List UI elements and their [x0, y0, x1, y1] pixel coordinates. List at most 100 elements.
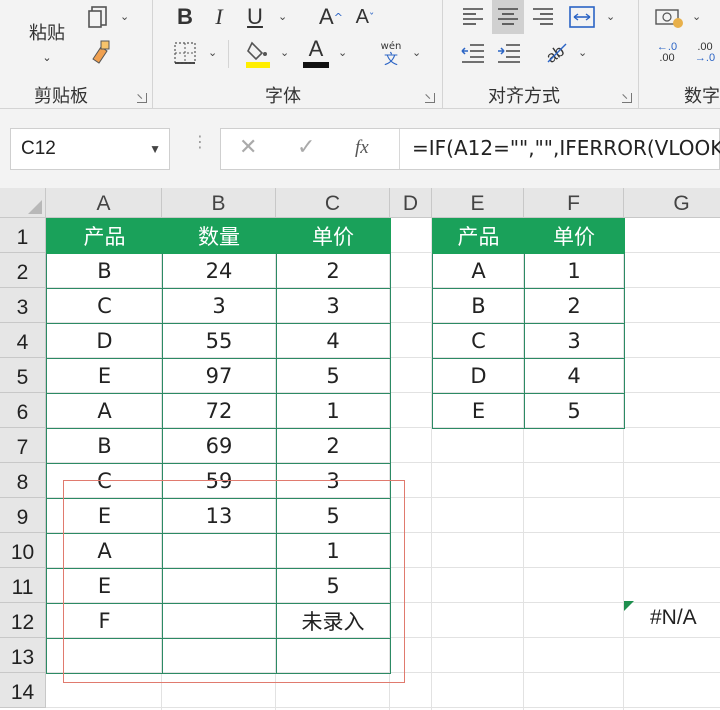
- table-header-cell[interactable]: 单价: [276, 218, 391, 254]
- table-cell[interactable]: 3: [276, 463, 391, 499]
- table-cell[interactable]: 72: [162, 393, 277, 429]
- lookup-cell[interactable]: D: [432, 358, 525, 394]
- merge-center-button[interactable]: [566, 2, 598, 32]
- row-header-12[interactable]: 12: [0, 603, 46, 638]
- column-header-b[interactable]: B: [162, 188, 276, 218]
- table-header-cell[interactable]: 数量: [162, 218, 277, 254]
- table-cell[interactable]: C: [46, 288, 163, 324]
- column-header-e[interactable]: E: [432, 188, 524, 218]
- lookup-header-cell[interactable]: 产品: [432, 218, 525, 254]
- chevron-down-icon[interactable]: ▼: [149, 129, 161, 169]
- column-header-d[interactable]: D: [390, 188, 432, 218]
- insert-function-icon[interactable]: fx: [355, 137, 369, 159]
- lookup-cell[interactable]: 5: [524, 393, 625, 429]
- table-cell[interactable]: 59: [162, 463, 277, 499]
- format-painter-button[interactable]: [86, 38, 114, 66]
- chevron-down-icon[interactable]: ⌄: [208, 46, 217, 59]
- chevron-down-icon[interactable]: ⌄: [120, 10, 129, 23]
- table-cell[interactable]: F: [46, 603, 163, 639]
- lookup-cell[interactable]: E: [432, 393, 525, 429]
- row-header-9[interactable]: 9: [0, 498, 46, 533]
- increase-font-button[interactable]: A ^: [318, 2, 344, 32]
- row-header-11[interactable]: 11: [0, 568, 46, 603]
- borders-button[interactable]: [170, 38, 200, 68]
- table-cell[interactable]: [162, 638, 277, 674]
- table-cell[interactable]: 1: [276, 393, 391, 429]
- chevron-down-icon[interactable]: ⌄: [606, 10, 615, 23]
- phonetic-guide-button[interactable]: wén 文: [374, 38, 408, 70]
- font-launcher-icon[interactable]: [425, 93, 435, 103]
- lookup-cell[interactable]: 4: [524, 358, 625, 394]
- table-cell[interactable]: 5: [276, 498, 391, 534]
- font-color-button[interactable]: A: [300, 36, 332, 70]
- table-cell[interactable]: [162, 603, 277, 639]
- table-cell[interactable]: [162, 568, 277, 604]
- paste-button[interactable]: 粘贴 ⌄: [20, 4, 74, 64]
- decrease-indent-button[interactable]: [458, 38, 488, 68]
- table-cell[interactable]: 69: [162, 428, 277, 464]
- orientation-button[interactable]: ab: [540, 36, 572, 68]
- table-cell[interactable]: 24: [162, 253, 277, 289]
- clipboard-launcher-icon[interactable]: [137, 93, 147, 103]
- name-box[interactable]: C12 ▼: [10, 128, 170, 170]
- table-cell[interactable]: E: [46, 498, 163, 534]
- table-cell[interactable]: 1: [276, 533, 391, 569]
- increase-decimal-button[interactable]: ←.0 .00: [650, 38, 684, 68]
- chevron-down-icon[interactable]: ⌄: [338, 46, 347, 59]
- lookup-cell[interactable]: C: [432, 323, 525, 359]
- table-cell[interactable]: 未录入: [276, 603, 391, 639]
- row-header-8[interactable]: 8: [0, 463, 46, 498]
- column-header-a[interactable]: A: [46, 188, 162, 218]
- table-cell[interactable]: 2: [276, 253, 391, 289]
- lookup-cell[interactable]: 3: [524, 323, 625, 359]
- lookup-cell[interactable]: 2: [524, 288, 625, 324]
- table-cell[interactable]: 13: [162, 498, 277, 534]
- table-cell[interactable]: [276, 638, 391, 674]
- table-cell[interactable]: 55: [162, 323, 277, 359]
- bold-button[interactable]: B: [170, 2, 200, 32]
- column-header-c[interactable]: C: [276, 188, 390, 218]
- row-header-10[interactable]: 10: [0, 533, 46, 568]
- row-header-1[interactable]: 1: [0, 218, 46, 253]
- number-format-button[interactable]: [652, 2, 686, 32]
- align-center-button[interactable]: [492, 0, 524, 34]
- row-header-13[interactable]: 13: [0, 638, 46, 673]
- decrease-decimal-button[interactable]: .00 →.0: [690, 38, 720, 68]
- table-cell[interactable]: 3: [276, 288, 391, 324]
- fill-color-button[interactable]: [242, 36, 274, 70]
- table-cell[interactable]: E: [46, 568, 163, 604]
- table-cell[interactable]: 5: [276, 358, 391, 394]
- lookup-cell[interactable]: B: [432, 288, 525, 324]
- lookup-header-cell[interactable]: 单价: [524, 218, 625, 254]
- row-header-4[interactable]: 4: [0, 323, 46, 358]
- table-cell[interactable]: [46, 638, 163, 674]
- table-cell[interactable]: 2: [276, 428, 391, 464]
- table-cell[interactable]: 97: [162, 358, 277, 394]
- enter-icon[interactable]: ✓: [297, 135, 315, 160]
- alignment-launcher-icon[interactable]: [622, 93, 632, 103]
- row-header-3[interactable]: 3: [0, 288, 46, 323]
- table-cell[interactable]: A: [46, 533, 163, 569]
- table-cell[interactable]: D: [46, 323, 163, 359]
- row-header-5[interactable]: 5: [0, 358, 46, 393]
- table-cell[interactable]: B: [46, 428, 163, 464]
- table-cell[interactable]: C: [46, 463, 163, 499]
- align-left-button[interactable]: [458, 2, 488, 32]
- table-cell[interactable]: E: [46, 358, 163, 394]
- more-options-icon[interactable]: ⋮: [192, 134, 208, 150]
- italic-button[interactable]: I: [204, 2, 234, 32]
- row-header-7[interactable]: 7: [0, 428, 46, 463]
- row-header-6[interactable]: 6: [0, 393, 46, 428]
- table-cell[interactable]: A: [46, 393, 163, 429]
- increase-indent-button[interactable]: [494, 38, 524, 68]
- column-header-g[interactable]: G: [624, 188, 720, 218]
- table-cell[interactable]: 4: [276, 323, 391, 359]
- table-cell[interactable]: B: [46, 253, 163, 289]
- row-header-14[interactable]: 14: [0, 673, 46, 708]
- lookup-cell[interactable]: A: [432, 253, 525, 289]
- chevron-down-icon[interactable]: ⌄: [578, 46, 587, 59]
- underline-button[interactable]: U: [240, 2, 270, 32]
- row-header-2[interactable]: 2: [0, 253, 46, 288]
- align-right-button[interactable]: [528, 2, 558, 32]
- table-cell[interactable]: 5: [276, 568, 391, 604]
